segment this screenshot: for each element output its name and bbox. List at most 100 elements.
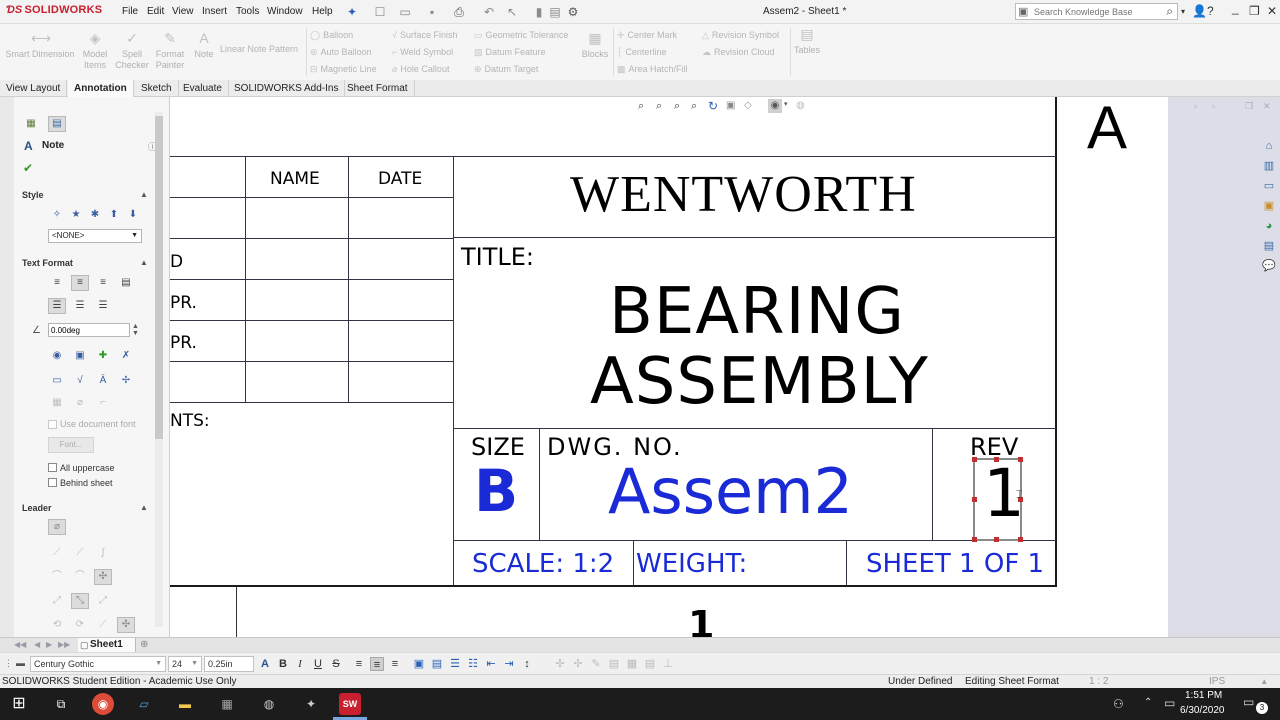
custom-properties-icon[interactable]: ▤ xyxy=(1262,239,1276,253)
selection-handle[interactable] xyxy=(972,497,977,502)
undo-icon[interactable]: ↶ xyxy=(482,5,496,19)
sheet-tab-sheet1[interactable]: ▢ Sheet1 xyxy=(78,638,136,652)
weld-symbol-button[interactable]: ⌐ Weld Symbol xyxy=(392,47,453,57)
zoom-to-selection-icon[interactable]: ⌕ xyxy=(691,100,697,113)
action-center-icon[interactable]: ▭ xyxy=(1243,695,1254,709)
customize-icon[interactable]: ▴ xyxy=(1262,676,1267,687)
media-app-icon[interactable]: ✦ xyxy=(300,693,322,715)
angle-input[interactable] xyxy=(48,323,130,337)
app-icon[interactable]: ◍ xyxy=(258,693,280,715)
numbering-icon[interactable]: ☷ xyxy=(466,657,480,671)
magnetic-line-button[interactable]: ⊟ Magnetic Line xyxy=(310,64,377,75)
linear-note-pattern-button[interactable]: Linear Note Pattern xyxy=(220,44,298,54)
pin-icon[interactable]: ✦ xyxy=(345,5,359,19)
align-middle-icon[interactable]: ☰ xyxy=(71,298,89,314)
font-family-select[interactable]: Century Gothic ▼ xyxy=(30,656,166,672)
use-document-font-checkbox[interactable] xyxy=(48,420,57,429)
print-icon[interactable]: ⎙ xyxy=(452,5,466,19)
revision-cloud-button[interactable]: ☁ Revision Cloud xyxy=(702,47,775,58)
arrow-style-icon[interactable]: ⟲ xyxy=(48,617,66,633)
search-dropdown-icon[interactable]: ▾ xyxy=(1181,7,1185,16)
align-center-icon[interactable]: ≡ xyxy=(370,657,384,671)
user-icon[interactable]: 👤 xyxy=(1192,4,1207,18)
clock-date[interactable]: 6/30/2020 xyxy=(1180,705,1225,716)
apply-to-all-icon[interactable]: ✣ xyxy=(117,617,135,633)
sheet-scale-status[interactable]: 1 : 2 xyxy=(1089,676,1108,687)
tables-button[interactable]: ▤ Tables xyxy=(792,26,822,56)
windows-start-icon[interactable]: ⊞ xyxy=(8,693,30,715)
feature-manager-tab-icon[interactable]: ▦ xyxy=(22,116,40,132)
delete-style-icon[interactable]: ✱ xyxy=(86,207,104,223)
search-icon[interactable]: ⌕ xyxy=(1166,4,1173,19)
search-knowledge-base[interactable]: ▣ ⌕ xyxy=(1015,3,1178,20)
center-mark-button[interactable]: ✛ Center Mark xyxy=(617,30,677,41)
cloud-app-icon[interactable]: ▱ xyxy=(133,693,155,715)
lock-unlock-symbol-icon[interactable]: ✗ xyxy=(117,348,135,364)
attach-middle-icon[interactable]: ⤡ xyxy=(71,593,89,609)
angle-spinner-icon[interactable]: ▲ ▼ xyxy=(132,323,139,337)
mini-restore-icon[interactable]: ❐ xyxy=(1245,101,1253,112)
solidworks-taskbar-icon[interactable]: SW xyxy=(339,693,361,715)
menu-window[interactable]: Window xyxy=(267,6,303,17)
prev-sheet-icon[interactable]: ◀ xyxy=(34,640,40,649)
tab-annotation[interactable]: Annotation xyxy=(68,80,134,97)
format-painter-button[interactable]: ✎ Format Painter xyxy=(152,30,188,71)
area-hatch-fill-button[interactable]: ▩ Area Hatch/Fill xyxy=(617,64,688,75)
model-items-button[interactable]: ◈ Model Items xyxy=(78,30,112,71)
insert-datum-feature-icon[interactable]: Ā xyxy=(94,373,112,389)
help-icon[interactable]: ? xyxy=(1207,4,1214,18)
underline-icon[interactable]: U xyxy=(311,657,325,671)
tab-solidworks-add-ins[interactable]: SOLIDWORKS Add-Ins xyxy=(228,80,346,97)
behind-sheet-checkbox[interactable] xyxy=(48,478,57,487)
selection-handle[interactable] xyxy=(972,457,977,462)
fit-text-icon[interactable]: ▣ xyxy=(412,657,426,671)
file-explorer-icon[interactable]: ▬ xyxy=(174,693,196,715)
leader-straight-icon[interactable]: ⟋ xyxy=(48,545,66,561)
design-library-icon[interactable]: ▥ xyxy=(1262,159,1276,173)
view-settings-icon[interactable]: ◍ xyxy=(796,100,805,111)
insert-surface-finish-icon[interactable]: √ xyxy=(71,373,89,389)
surface-finish-button[interactable]: √ Surface Finish xyxy=(392,30,457,40)
style-select[interactable]: <NONE> ▼ xyxy=(48,229,142,243)
menu-tools[interactable]: Tools xyxy=(236,6,259,17)
options-gear-icon[interactable]: ⚙ xyxy=(566,5,580,19)
font-color-icon[interactable]: A xyxy=(258,657,272,671)
auto-balloon-button[interactable]: ⊚ Auto Balloon xyxy=(310,47,372,58)
selection-handle[interactable] xyxy=(972,537,977,542)
apply-style-icon[interactable]: ✧ xyxy=(48,207,66,223)
font-size-select[interactable]: 24 ▼ xyxy=(168,656,202,672)
leader-left-icon[interactable]: ⌒ xyxy=(48,569,66,585)
align-center-icon[interactable]: ≡ xyxy=(71,275,89,291)
tab-sheet-format[interactable]: Sheet Format xyxy=(341,80,415,97)
note-button[interactable]: A Note xyxy=(190,30,218,60)
previous-view-icon[interactable]: ◇ xyxy=(744,100,752,111)
geometric-tolerance-button[interactable]: ▭ Geometric Tolerance xyxy=(474,30,568,41)
search-input[interactable] xyxy=(1034,5,1154,18)
mini-window-icon[interactable]: ▫ xyxy=(1212,101,1215,111)
leader-nearest-icon[interactable]: ✣ xyxy=(94,569,112,585)
panel-scroll-thumb[interactable] xyxy=(155,116,163,439)
view-dropdown-icon[interactable]: ▾ xyxy=(784,100,788,108)
no-leader-icon[interactable]: ⌀ xyxy=(48,519,66,535)
panel-scrollbar[interactable] xyxy=(155,112,163,627)
tab-evaluate[interactable]: Evaluate xyxy=(177,80,229,97)
align-right-icon[interactable]: ≡ xyxy=(94,275,112,291)
bold-icon[interactable]: B xyxy=(276,657,290,671)
chrome-icon[interactable]: ◉ xyxy=(92,693,114,715)
leader-bent-icon[interactable]: ⟋ xyxy=(71,545,89,561)
next-sheet-icon[interactable]: ▶ xyxy=(46,640,52,649)
blocks-button[interactable]: ▦ Blocks xyxy=(578,30,612,60)
add-symbol-icon[interactable]: ✚ xyxy=(94,348,112,364)
select-icon[interactable]: ↖ xyxy=(505,5,519,19)
view-palette-icon[interactable]: ▣ xyxy=(1262,199,1276,213)
pan-icon[interactable]: ▣ xyxy=(726,100,735,111)
menu-file[interactable]: File xyxy=(122,6,138,17)
justify-icon[interactable]: ▤ xyxy=(117,275,135,291)
task-view-icon[interactable]: ⧉ xyxy=(50,693,72,715)
file-properties-icon[interactable]: ▤ xyxy=(548,5,562,19)
menu-help[interactable]: Help xyxy=(312,6,333,17)
add-sheet-icon[interactable]: ⊕ xyxy=(140,639,148,650)
italic-icon[interactable]: I xyxy=(293,657,307,671)
leader-collapse-icon[interactable]: ▲ xyxy=(140,503,148,512)
people-icon[interactable]: ⚇ xyxy=(1113,697,1124,711)
